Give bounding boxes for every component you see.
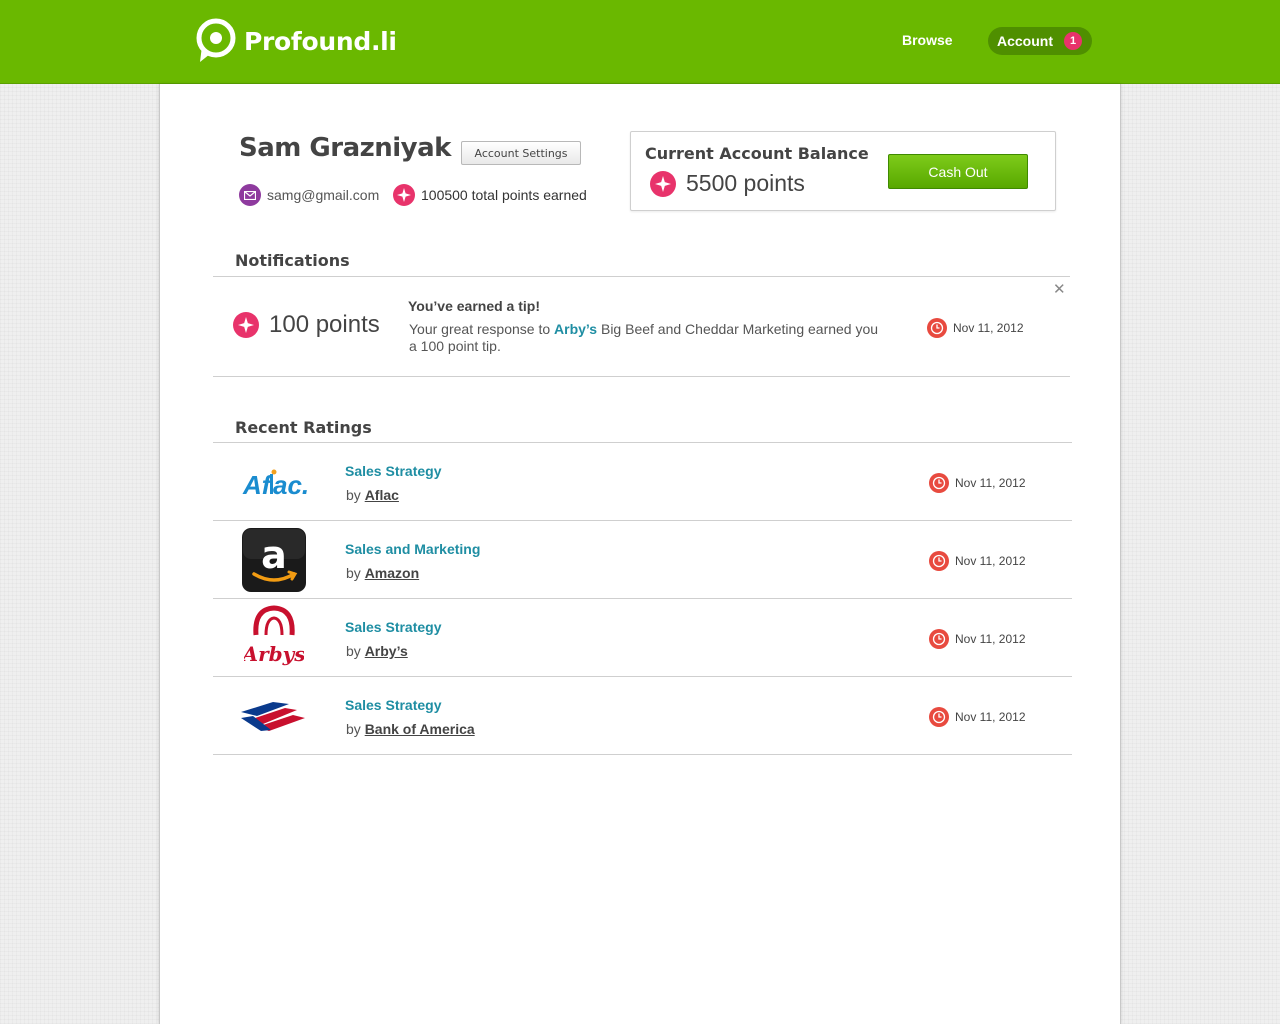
notification-date-text: Nov 11, 2012 — [953, 321, 1024, 335]
user-email-text: samg@gmail.com — [267, 187, 380, 203]
divider — [213, 276, 1070, 277]
rating-company-link[interactable]: Arby’s — [365, 643, 408, 659]
account-balance-card: Current Account Balance 5500 points Cash… — [630, 131, 1056, 211]
top-bar: Profound.li Browse Account 1 — [0, 0, 1280, 84]
rating-row: Arbys Sales Strategy by Arby’s Nov 11, 2… — [213, 599, 1072, 677]
rating-company-link[interactable]: Aflac — [365, 487, 399, 503]
rating-date-text: Nov 11, 2012 — [955, 476, 1026, 490]
notification-body: Your great response to Arby’s Big Beef a… — [409, 321, 879, 355]
divider — [213, 376, 1070, 377]
account-settings-button[interactable]: Account Settings — [461, 141, 581, 165]
bank-of-america-logo — [237, 683, 311, 749]
nav-account-label: Account — [997, 33, 1053, 49]
rating-date-text: Nov 11, 2012 — [955, 632, 1026, 646]
aflac-logo: Af ac. — [237, 449, 311, 515]
rating-title-link[interactable]: Sales Strategy — [345, 463, 442, 479]
svg-text:a: a — [261, 533, 287, 577]
arbys-logo: Arbys — [237, 605, 311, 671]
rating-date-text: Nov 11, 2012 — [955, 554, 1026, 568]
notification-heading: You’ve earned a tip! — [408, 298, 540, 314]
rating-company-link[interactable]: Bank of America — [365, 721, 475, 737]
amazon-logo: a — [237, 527, 311, 593]
cash-out-button[interactable]: Cash Out — [888, 154, 1028, 189]
points-star-icon — [393, 184, 415, 206]
by-label: by — [346, 565, 361, 581]
brand-logo[interactable]: Profound.li — [194, 18, 397, 64]
notification-date: Nov 11, 2012 — [927, 318, 1024, 338]
balance-points: 5500 points — [650, 170, 805, 197]
rating-author: by Bank of America — [346, 721, 475, 737]
rating-author: by Aflac — [346, 487, 399, 503]
svg-text:ac.: ac. — [273, 470, 309, 500]
rating-title-link[interactable]: Sales Strategy — [345, 619, 442, 635]
nav-browse-link[interactable]: Browse — [902, 32, 953, 48]
balance-title: Current Account Balance — [645, 144, 869, 163]
user-name: Sam Grazniyak — [239, 133, 451, 163]
notification-points: 100 points — [233, 311, 380, 339]
rating-author: by Amazon — [346, 565, 419, 581]
points-star-icon — [650, 170, 676, 197]
mail-icon — [239, 184, 261, 206]
recent-ratings-heading: Recent Ratings — [235, 418, 372, 437]
rating-row: Af ac. Sales Strategy by Aflac Nov 11, 2… — [213, 443, 1072, 521]
clock-icon — [929, 473, 949, 493]
notification-count-badge: 1 — [1064, 32, 1082, 50]
brand-name: Profound.li — [244, 26, 397, 56]
clock-icon — [929, 551, 949, 571]
by-label: by — [346, 643, 361, 659]
nav-account-button[interactable]: Account 1 — [988, 27, 1092, 55]
by-label: by — [346, 721, 361, 737]
clock-icon — [929, 629, 949, 649]
notification-points-value: 100 points — [269, 311, 380, 338]
rating-author: by Arby’s — [346, 643, 408, 659]
clock-icon — [927, 318, 947, 338]
svg-text:Arbys: Arbys — [244, 642, 304, 666]
rating-date: Nov 11, 2012 — [929, 551, 1026, 571]
clock-icon — [929, 707, 949, 727]
rating-date: Nov 11, 2012 — [929, 473, 1026, 493]
rating-row: a Sales and Marketing by Amazon Nov 11, … — [213, 521, 1072, 599]
notification-company-link[interactable]: Arby’s — [554, 321, 597, 337]
notification-body-prefix: Your great response to — [409, 321, 555, 337]
rating-date: Nov 11, 2012 — [929, 629, 1026, 649]
rating-date-text: Nov 11, 2012 — [955, 710, 1026, 724]
user-email: samg@gmail.com — [239, 184, 379, 206]
notifications-heading: Notifications — [235, 251, 350, 270]
total-points: 100500 total points earned — [393, 184, 587, 206]
svg-text:Af: Af — [242, 470, 273, 500]
by-label: by — [346, 487, 361, 503]
rating-title-link[interactable]: Sales and Marketing — [345, 541, 480, 557]
rating-company-link[interactable]: Amazon — [365, 565, 419, 581]
rating-date: Nov 11, 2012 — [929, 707, 1026, 727]
total-points-text: 100500 total points earned — [421, 187, 587, 203]
points-star-icon — [233, 312, 259, 338]
profoundli-logo-icon — [196, 18, 236, 62]
balance-value: 5500 points — [686, 170, 805, 196]
rating-row: Sales Strategy by Bank of America Nov 11… — [213, 677, 1072, 755]
rating-title-link[interactable]: Sales Strategy — [345, 697, 442, 713]
close-icon[interactable]: ✕ — [1053, 280, 1066, 298]
